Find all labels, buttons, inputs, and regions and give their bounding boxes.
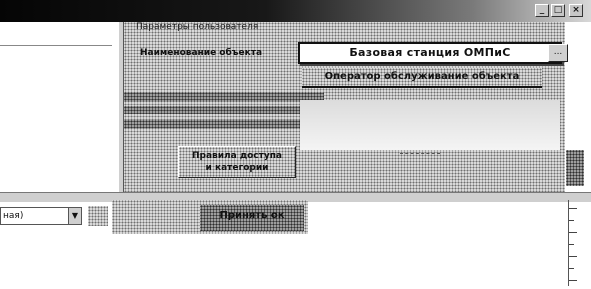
ruler-tick	[569, 268, 574, 269]
accept-button[interactable]: Принять ок	[200, 205, 304, 231]
list-row[interactable]	[124, 120, 304, 128]
separator-line	[400, 153, 440, 154]
access-line1: Правила доступа	[191, 151, 282, 161]
selected-area	[300, 100, 560, 150]
left-list-pane[interactable]	[0, 22, 120, 192]
ruler-tick	[569, 280, 577, 281]
close-button[interactable]: ×	[569, 4, 583, 17]
object-name-label: Наименование объекта	[140, 48, 263, 58]
access-line2: и категории	[205, 163, 269, 173]
access-rules-button[interactable]: Правила доступа и категории	[178, 146, 296, 178]
vertical-scrollbar[interactable]	[566, 150, 584, 186]
chevron-down-icon[interactable]: ▼	[68, 208, 81, 224]
minimize-button[interactable]: _	[535, 4, 549, 17]
list-row[interactable]	[124, 92, 324, 102]
window-titlebar	[0, 0, 591, 22]
ruler-tick	[569, 220, 574, 221]
left-pane-header	[0, 22, 112, 46]
operator-item[interactable]: Оператор обслуживание объекта	[302, 68, 542, 88]
object-name-field[interactable]: Базовая станция ОМПиС	[298, 42, 562, 64]
group-caption: Параметры пользователя	[136, 22, 259, 32]
ruler-tick	[569, 208, 577, 209]
maximize-button[interactable]: □	[551, 4, 565, 17]
ruler-tick	[569, 232, 577, 233]
access-rules-label: Правила доступа и категории	[179, 150, 295, 174]
combo-side-button[interactable]	[88, 206, 108, 226]
ruler-tick	[569, 256, 577, 257]
browse-button[interactable]: ...	[548, 44, 568, 62]
ruler-tick	[569, 244, 574, 245]
ruler	[568, 200, 582, 286]
operator-item-label: Оператор обслуживание объекта	[324, 71, 520, 82]
accept-button-label: Принять ок	[219, 210, 285, 221]
object-name-value: Базовая станция ОМПиС	[349, 46, 511, 59]
